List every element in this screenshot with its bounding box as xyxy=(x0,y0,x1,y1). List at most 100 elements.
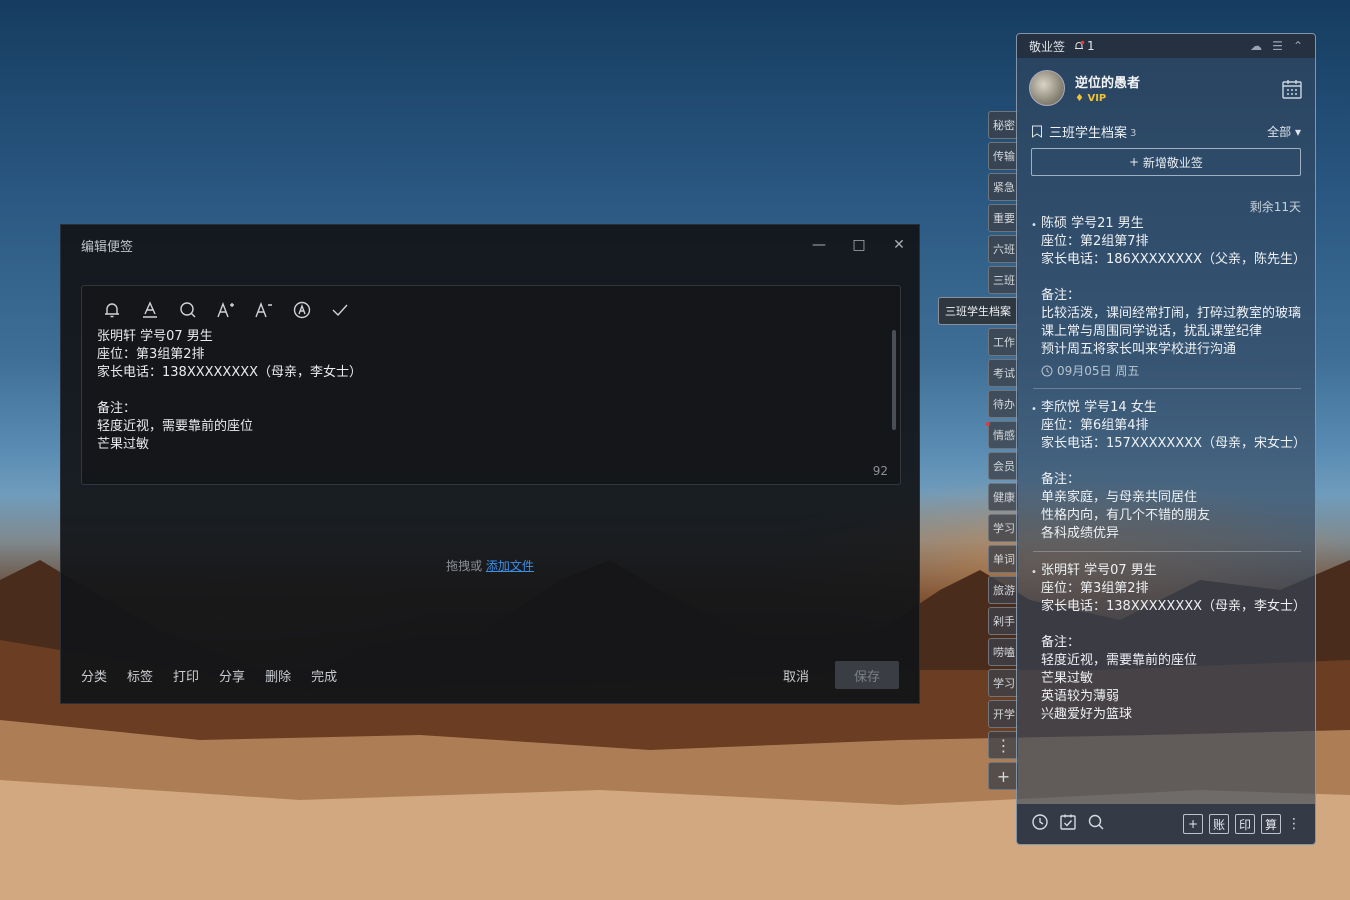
menu-icon[interactable]: ☰ xyxy=(1272,39,1283,53)
text-color-icon[interactable] xyxy=(138,298,162,322)
avatar[interactable] xyxy=(1029,70,1065,106)
font-decrease-icon[interactable] xyxy=(252,298,276,322)
add-category-icon[interactable]: + xyxy=(988,762,1018,790)
editor-scrollbar[interactable] xyxy=(892,330,896,430)
tab-category[interactable]: 三班 xyxy=(988,266,1018,294)
note-line: 座位：第3组第2排 xyxy=(1041,581,1149,596)
more-categories-icon[interactable]: ⋮ xyxy=(988,731,1018,759)
note-divider xyxy=(1033,388,1301,389)
note-card[interactable]: • 李欣悦 学号14 女生 座位：第6组第4排 家长电话：157XXXXXXXX… xyxy=(1031,399,1307,543)
tab-category[interactable]: 开学 xyxy=(988,700,1018,728)
note-line: 备注： xyxy=(1041,472,1081,487)
note-line: 轻度近视，需要靠前的座位 xyxy=(1041,653,1198,668)
tab-category[interactable]: 传输 xyxy=(988,142,1018,170)
content-line: 张明轩 学号07 男生 xyxy=(97,329,213,344)
tab-category[interactable]: 学习 xyxy=(988,514,1018,542)
note-line: 预计周五将家长叫来学校进行沟通 xyxy=(1041,342,1237,357)
character-count: 92 xyxy=(872,464,888,478)
add-file-link[interactable]: 添加文件 xyxy=(486,559,534,573)
note-line: 英语较为薄弱 xyxy=(1041,689,1120,704)
reminder-bell-icon[interactable] xyxy=(100,298,124,322)
tab-category[interactable]: 待办 xyxy=(988,390,1018,418)
note-line: 家长电话：186XXXXXXXX（父亲，陈先生） xyxy=(1041,252,1307,267)
note-line xyxy=(1041,453,1301,471)
note-line: 性格内向，有几个不错的朋友 xyxy=(1041,508,1211,523)
category-count: 3 xyxy=(1130,127,1137,139)
cloud-sync-icon[interactable]: ☁ xyxy=(1250,39,1262,53)
tab-category[interactable]: 考试 xyxy=(988,359,1018,387)
bullet-icon: • xyxy=(1031,220,1037,231)
note-content[interactable]: 张明轩 学号07 男生 座位：第3组第2排 家长电话：138XXXXXXXX（母… xyxy=(97,328,362,454)
tab-category[interactable]: 六班 xyxy=(988,235,1018,263)
done-button[interactable]: 完成 xyxy=(311,666,337,685)
minimize-button[interactable]: — xyxy=(799,225,839,265)
more-options-icon[interactable]: ⋮ xyxy=(1287,816,1301,832)
calendar-icon[interactable] xyxy=(1281,78,1302,99)
note-line: 座位：第2组第7排 xyxy=(1041,234,1149,249)
tab-category[interactable]: 唠嗑 xyxy=(988,638,1018,666)
todo-check-icon[interactable] xyxy=(1059,813,1077,835)
bell-icon xyxy=(1075,40,1085,49)
note-editor[interactable]: 张明轩 学号07 男生 座位：第3组第2排 家长电话：138XXXXXXXX（母… xyxy=(81,285,901,485)
note-line xyxy=(1041,269,1301,287)
remaining-days: 剩余11天 xyxy=(1249,200,1301,214)
notification-count: 1 xyxy=(1087,39,1095,53)
new-note-button[interactable]: + 新增敬业签 xyxy=(1031,148,1301,176)
category-button[interactable]: 分类 xyxy=(81,666,107,685)
collapse-icon[interactable]: ⌃ xyxy=(1293,39,1303,53)
auto-format-icon[interactable] xyxy=(290,298,314,322)
tag-button[interactable]: 标签 xyxy=(127,666,153,685)
maximize-button[interactable]: □ xyxy=(839,225,879,265)
note-line: 兴趣爱好为篮球 xyxy=(1041,707,1133,722)
filter-dropdown[interactable]: 全部 ▾ xyxy=(1267,123,1301,140)
font-increase-icon[interactable] xyxy=(214,298,238,322)
bullet-icon: • xyxy=(1031,567,1037,578)
print-button[interactable]: 印 xyxy=(1235,814,1255,834)
note-card[interactable]: • 陈硕 学号21 男生 座位：第2组第7排 家长电话：186XXXXXXXX（… xyxy=(1031,215,1307,380)
bullet-icon: • xyxy=(1031,404,1037,415)
cancel-button[interactable]: 取消 xyxy=(783,666,809,685)
print-button[interactable]: 打印 xyxy=(173,666,199,685)
tab-category[interactable]: 旅游 xyxy=(988,576,1018,604)
search-icon[interactable] xyxy=(176,298,200,322)
tab-category-active[interactable]: 三班学生档案 xyxy=(938,297,1018,325)
editor-action-bar: 分类 标签 打印 分享 删除 完成 取消 保存 xyxy=(81,661,899,689)
note-line: 比较活泼，课间经常打闹，打碎过教室的玻璃 xyxy=(1041,306,1302,321)
tab-category[interactable]: 会员 xyxy=(988,452,1018,480)
note-line: 备注： xyxy=(1041,288,1081,303)
calculator-button[interactable]: 算 xyxy=(1261,814,1281,834)
note-line: 单亲家庭，与母亲共同居住 xyxy=(1041,490,1198,505)
unread-dot xyxy=(986,422,990,426)
note-line: 家长电话：157XXXXXXXX（母亲，宋女士） xyxy=(1041,436,1307,451)
ledger-button[interactable]: 账 xyxy=(1209,814,1229,834)
edit-note-window: 编辑便签 — □ ✕ 张明轩 学号07 男生 座位：第3组第2排 家长电话：13… xyxy=(60,224,920,704)
tab-category[interactable]: 紧急 xyxy=(988,173,1018,201)
delete-button[interactable]: 删除 xyxy=(265,666,291,685)
tab-category[interactable]: 学习 xyxy=(988,669,1018,697)
search-icon[interactable] xyxy=(1087,813,1105,835)
tab-category[interactable]: 剁手 xyxy=(988,607,1018,635)
note-line: 备注： xyxy=(1041,635,1081,650)
tab-category[interactable]: 健康 xyxy=(988,483,1018,511)
file-drop-zone[interactable]: 拖拽或 添加文件 xyxy=(61,557,919,574)
close-button[interactable]: ✕ xyxy=(879,225,919,265)
tab-category[interactable]: 单词 xyxy=(988,545,1018,573)
save-button[interactable]: 保存 xyxy=(835,661,899,689)
tab-category[interactable]: 重要 xyxy=(988,204,1018,232)
checkmark-icon[interactable] xyxy=(328,298,352,322)
tab-category[interactable]: 工作 xyxy=(988,328,1018,356)
share-button[interactable]: 分享 xyxy=(219,666,245,685)
tab-category[interactable]: 秘密 xyxy=(988,111,1018,139)
bookmark-icon xyxy=(1032,125,1042,138)
notification[interactable]: 1 xyxy=(1073,39,1095,53)
history-clock-icon[interactable] xyxy=(1031,813,1049,835)
note-line: 座位：第6组第4排 xyxy=(1041,418,1149,433)
add-square-icon[interactable]: + xyxy=(1183,814,1203,834)
panel-toolbar: + 账 印 算 ⋮ xyxy=(1017,804,1315,844)
tab-category[interactable]: 情感 xyxy=(988,421,1018,449)
content-line: 座位：第3组第2排 xyxy=(97,347,205,362)
note-card[interactable]: • 张明轩 学号07 男生 座位：第3组第2排 家长电话：138XXXXXXXX… xyxy=(1031,562,1306,724)
panel-header: 敬业签 1 ☁ ☰ ⌃ xyxy=(1017,34,1315,58)
note-date: 09月05日 周五 xyxy=(1041,362,1301,380)
note-side-panel: 敬业签 1 ☁ ☰ ⌃ 逆位的愚者 ♦ VIP 三班学生档案 3 全部 ▾ + … xyxy=(1016,33,1316,845)
